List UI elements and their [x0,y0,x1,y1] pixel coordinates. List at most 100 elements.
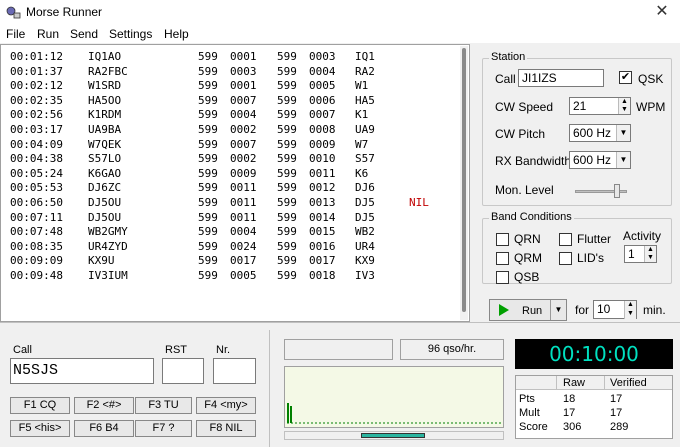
menu-help[interactable]: Help [164,27,189,41]
station-group: Station Call JI1IZS ✔ QSK CW Speed 21 ▲ … [482,51,672,206]
minutes-field[interactable]: 10 ▲ ▼ [593,300,637,319]
f1-button[interactable]: F1 CQ [10,397,70,414]
log-cell-rst-sent: 599 [198,196,218,209]
menu-send[interactable]: Send [70,27,98,41]
f2-button[interactable]: F2 <#> [74,397,134,414]
log-cell-nr-rcvd: 0010 [309,152,336,166]
log-cell-nr-rcvd: 0013 [309,196,336,209]
qsb-label: QSB [514,270,540,284]
app-icon [6,6,21,19]
menu-settings[interactable]: Settings [109,27,152,41]
band-map [284,366,504,428]
qsk-checkbox[interactable]: ✔ [619,71,632,84]
chevron-down-icon[interactable]: ▼ [616,125,630,141]
entry-call-field[interactable]: N5SJS [10,358,154,384]
cw-pitch-select[interactable]: 600 Hz ▼ [569,124,631,142]
band-scrollbar[interactable] [284,431,504,440]
f7-button[interactable]: F7 ? [135,420,192,437]
minutes-down-icon[interactable]: ▼ [624,310,636,319]
f8-button[interactable]: F8 NIL [196,420,256,437]
cw-speed-field[interactable]: 21 ▲ ▼ [569,97,631,115]
menu-run[interactable]: Run [37,27,59,41]
mon-level-thumb[interactable] [613,184,620,198]
log-cell-time: 00:05:53 [10,181,63,195]
score-row-label: Pts [519,393,535,405]
log-cell-mult: K1 [355,108,369,122]
log-scroll-thumb[interactable] [462,48,466,312]
qsk-label: QSK [638,72,664,86]
lids-checkbox[interactable] [559,252,572,265]
log-cell-mult: S57 [355,152,375,166]
log-cell-nr-rcvd: 0007 [309,108,336,122]
f3-button[interactable]: F3 TU [135,397,192,414]
log-cell-nr-sent: 0011 [230,181,257,195]
rst-label: RST [165,344,187,356]
run-button[interactable]: Run ▼ [489,299,567,321]
qrn-checkbox[interactable] [496,233,509,246]
log-cell-time: 00:07:11 [10,210,63,224]
cw-speed-down-icon[interactable]: ▼ [618,106,630,114]
log-cell-nr-sent: 0004 [230,108,257,122]
log-cell-time: 00:09:48 [10,269,63,282]
log-cell-nr-rcvd: 0004 [309,64,336,78]
log-cell-rst-rcvd: 599 [277,93,297,107]
cw-speed-value: 21 [573,99,587,113]
activity-down-icon[interactable]: ▼ [644,254,656,262]
log-cell-nr-sent: 0002 [230,123,257,136]
log-cell-time: 00:02:56 [10,108,63,122]
lids-label: LID's [577,251,604,265]
log-cell-nr-rcvd: 0017 [309,254,336,268]
log-cell-time: 00:02:35 [10,93,63,107]
log-cell-time: 00:04:09 [10,137,63,151]
log-cell-mult: UA9 [355,123,375,136]
cw-speed-up-icon[interactable]: ▲ [618,98,630,106]
rx-bandwidth-value: 600 Hz [573,153,612,167]
chevron-down-icon[interactable]: ▼ [550,300,566,320]
log-cell-nr-rcvd: 0015 [309,225,336,239]
activity-up-icon[interactable]: ▲ [644,246,656,254]
f4-button[interactable]: F4 <my> [196,397,256,414]
score-row-label: Mult [519,407,540,419]
log-cell-nr-sent: 0011 [230,210,257,224]
nr-field[interactable] [213,358,256,384]
activity-field[interactable]: 1 ▲ ▼ [624,245,657,263]
log-cell-call: DJ6ZC [88,181,122,195]
flutter-checkbox[interactable] [559,233,572,246]
station-call-field[interactable]: JI1IZS [518,69,604,87]
score-row-label: Score [519,421,548,433]
chevron-down-icon[interactable]: ▼ [616,152,630,168]
f5-button[interactable]: F5 <his> [10,420,70,437]
minutes-up-icon[interactable]: ▲ [624,301,636,310]
menu-file[interactable]: File [6,27,25,41]
for-label: for [575,303,590,317]
log-cell-rst-sent: 599 [198,79,218,93]
close-button[interactable]: ✕ [644,0,680,24]
log-cell-rst-sent: 599 [198,239,218,253]
log-cell-check: NIL [409,196,429,209]
qso-log[interactable]: 00:01:12 IQ1AO 599 0001 599 0003 IQ1 00:01:37 RA… [0,44,470,322]
score-mult-verified: 17 [610,407,623,419]
wpm-label: WPM [636,100,666,114]
run-label: Run [522,305,543,317]
log-cell-call: UR4ZYD [88,239,128,253]
log-cell-nr-rcvd: 0012 [309,181,336,195]
log-cell-rst-sent: 599 [198,254,218,268]
score-total-verified: 289 [610,421,629,433]
qrm-checkbox[interactable] [496,252,509,265]
band-scroll-thumb[interactable] [361,433,425,438]
qsb-checkbox[interactable] [496,271,509,284]
log-cell-nr-sent: 0001 [230,50,257,63]
log-cell-rst-rcvd: 599 [277,269,297,282]
rx-bandwidth-select[interactable]: 600 Hz ▼ [569,151,631,169]
log-cell-rst-sent: 599 [198,64,218,78]
rst-field[interactable] [162,358,204,384]
log-cell-nr-rcvd: 0005 [309,79,336,93]
log-cell-nr-rcvd: 0009 [309,137,336,151]
log-cell-rst-rcvd: 599 [277,254,297,268]
rx-bandwidth-label: RX Bandwidth [495,154,572,168]
f6-button[interactable]: F6 B4 [74,420,134,437]
log-scrollbar[interactable] [460,46,468,320]
score-pts-verified: 17 [610,393,623,405]
log-cell-rst-rcvd: 599 [277,239,297,253]
log-cell-rst-sent: 599 [198,225,218,239]
